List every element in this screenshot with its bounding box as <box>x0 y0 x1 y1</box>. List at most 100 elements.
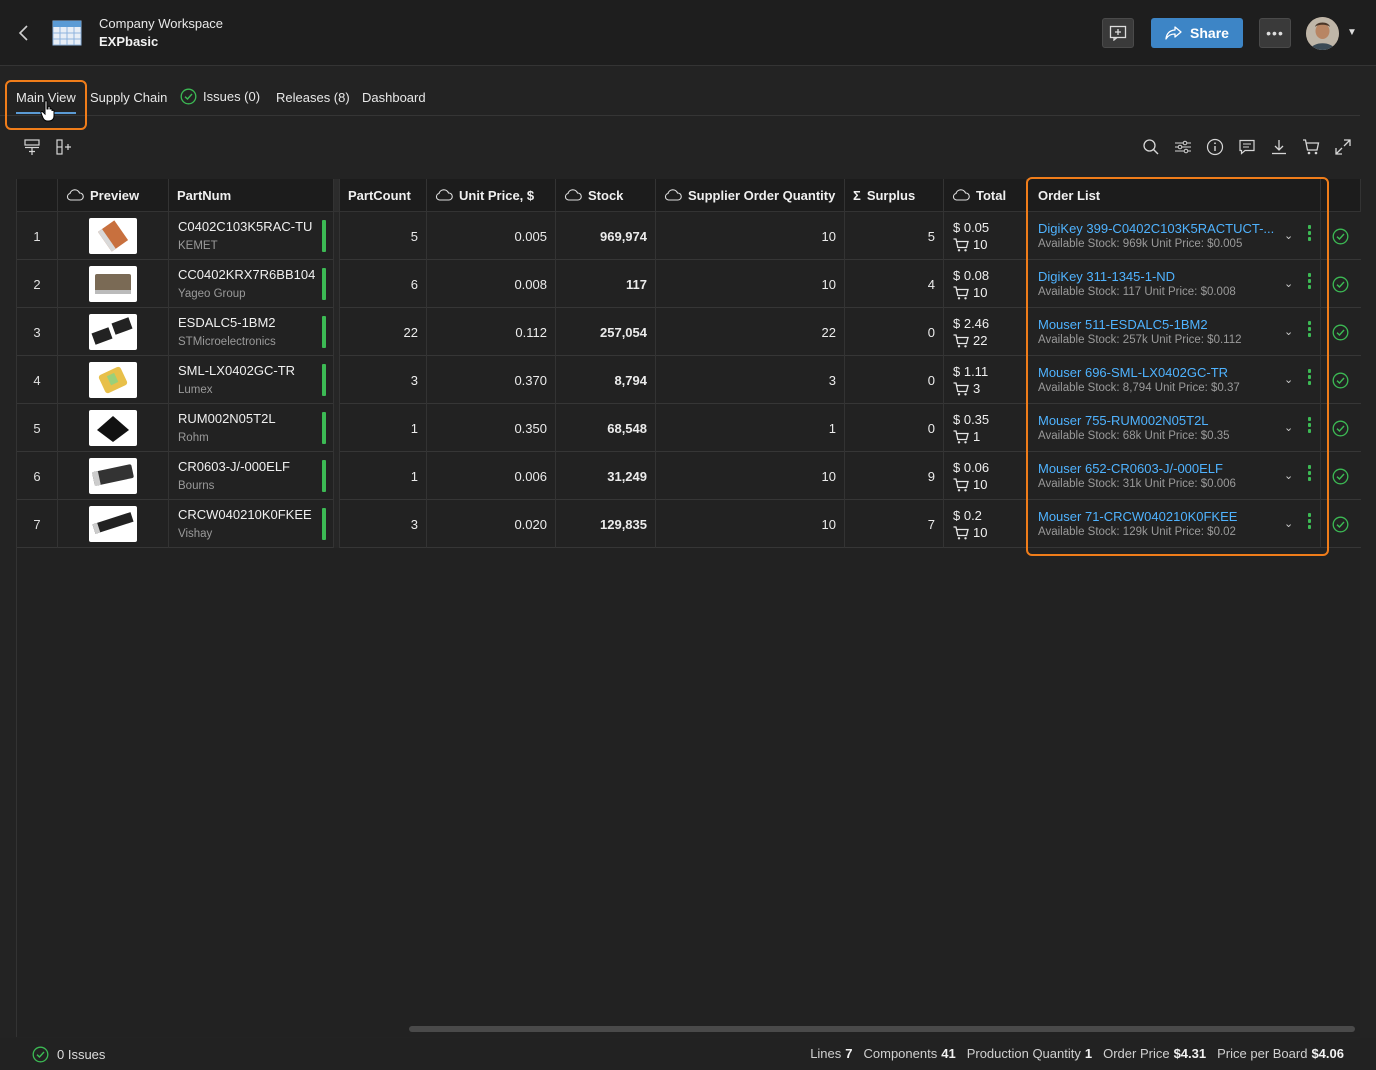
issues-status[interactable]: 0 Issues <box>32 1046 105 1063</box>
header-partnum[interactable]: PartNum <box>169 179 334 212</box>
partcount-cell[interactable]: 5 <box>340 212 427 260</box>
header-preview[interactable]: Preview <box>58 179 169 212</box>
unit-price-cell[interactable]: 0.008 <box>427 260 556 308</box>
header-partcount[interactable]: PartCount <box>340 179 427 212</box>
insert-column-icon[interactable] <box>53 136 75 158</box>
total-cell[interactable]: $ 0.2 10 <box>944 500 1027 548</box>
filter-settings-icon[interactable] <box>1172 136 1194 158</box>
part-number: SML-LX0402GC-TR <box>178 363 296 378</box>
partnum-cell[interactable]: RUM002N05T2L Rohm <box>169 404 334 452</box>
surplus-cell[interactable]: 7 <box>845 500 944 548</box>
check-circle-icon <box>180 88 197 105</box>
soq-cell[interactable]: 10 <box>656 212 845 260</box>
partcount-cell[interactable]: 1 <box>340 404 427 452</box>
stock-cell[interactable]: 68,548 <box>556 404 656 452</box>
horizontal-scrollbar[interactable] <box>409 1026 1355 1032</box>
check-circle-icon <box>1332 276 1349 293</box>
check-circle-icon <box>32 1046 49 1063</box>
stock-cell[interactable]: 969,974 <box>556 212 656 260</box>
header-stock-label: Stock <box>588 187 624 203</box>
total-cell[interactable]: $ 2.46 22 <box>944 308 1027 356</box>
unit-price-cell[interactable]: 0.006 <box>427 452 556 500</box>
surplus-cell[interactable]: 0 <box>845 356 944 404</box>
project-name: EXPbasic <box>99 34 159 49</box>
total-cell[interactable]: $ 0.08 10 <box>944 260 1027 308</box>
surplus-cell[interactable]: 0 <box>845 404 944 452</box>
partcount-cell[interactable]: 3 <box>340 356 427 404</box>
header-total[interactable]: Total <box>944 179 1027 212</box>
surplus-cell[interactable]: 9 <box>845 452 944 500</box>
total-cell[interactable]: $ 0.35 1 <box>944 404 1027 452</box>
status-bar-indicator <box>322 460 326 492</box>
soq-cell[interactable]: 10 <box>656 452 845 500</box>
stock-cell[interactable]: 31,249 <box>556 452 656 500</box>
part-number: C0402C103K5RAC-TU <box>178 219 313 234</box>
unit-price-cell[interactable]: 0.370 <box>427 356 556 404</box>
partnum-cell[interactable]: C0402C103K5RAC-TU KEMET <box>169 212 334 260</box>
insert-row-icon[interactable] <box>21 136 43 158</box>
header-surplus[interactable]: Σ Surplus <box>845 179 944 212</box>
part-thumbnail[interactable] <box>89 266 137 302</box>
stock-cell[interactable]: 257,054 <box>556 308 656 356</box>
comments-icon[interactable] <box>1236 136 1258 158</box>
header-unit-price[interactable]: Unit Price, $ <box>427 179 556 212</box>
stock-cell[interactable]: 117 <box>556 260 656 308</box>
total-cell[interactable]: $ 0.05 10 <box>944 212 1027 260</box>
soq-cell[interactable]: 1 <box>656 404 845 452</box>
stock-cell[interactable]: 129,835 <box>556 500 656 548</box>
search-icon[interactable] <box>1140 136 1162 158</box>
part-thumbnail[interactable] <box>89 458 137 494</box>
share-button[interactable]: Share <box>1151 18 1243 48</box>
header-stock[interactable]: Stock <box>556 179 656 212</box>
partnum-cell[interactable]: CC0402KRX7R6BB104 Yageo Group <box>169 260 334 308</box>
tab-supply-chain[interactable]: Supply Chain <box>90 90 167 105</box>
surplus-cell[interactable]: 4 <box>845 260 944 308</box>
header-preview-label: Preview <box>90 187 140 203</box>
manufacturer: Bourns <box>178 480 215 492</box>
download-icon[interactable] <box>1268 136 1290 158</box>
part-thumbnail[interactable] <box>89 506 137 542</box>
fullscreen-icon[interactable] <box>1332 136 1354 158</box>
partcount-cell[interactable]: 22 <box>340 308 427 356</box>
partnum-cell[interactable]: CR0603-J/-000ELF Bourns <box>169 452 334 500</box>
header-supplier-order-qty[interactable]: Supplier Order Quantity <box>656 179 845 212</box>
unit-price-cell[interactable]: 0.112 <box>427 308 556 356</box>
part-thumbnail[interactable] <box>89 410 137 446</box>
soq-cell[interactable]: 10 <box>656 500 845 548</box>
part-thumbnail[interactable] <box>89 314 137 350</box>
tab-dashboard[interactable]: Dashboard <box>362 90 426 105</box>
tab-issues[interactable]: Issues (0) <box>180 88 260 105</box>
unit-price-cell[interactable]: 0.005 <box>427 212 556 260</box>
check-circle-icon <box>1332 372 1349 389</box>
stock-cell[interactable]: 8,794 <box>556 356 656 404</box>
soq-cell[interactable]: 10 <box>656 260 845 308</box>
soq-cell[interactable]: 3 <box>656 356 845 404</box>
cart-icon <box>953 285 969 299</box>
partcount-cell[interactable]: 6 <box>340 260 427 308</box>
part-thumbnail[interactable] <box>89 362 137 398</box>
part-thumbnail[interactable] <box>89 218 137 254</box>
add-comment-button[interactable] <box>1102 18 1134 48</box>
avatar[interactable] <box>1306 17 1339 50</box>
surplus-cell[interactable]: 0 <box>845 308 944 356</box>
cart-icon[interactable] <box>1300 136 1322 158</box>
soq-cell[interactable]: 22 <box>656 308 845 356</box>
cloud-icon <box>952 189 970 201</box>
total-cell[interactable]: $ 0.06 10 <box>944 452 1027 500</box>
unit-price-cell[interactable]: 0.350 <box>427 404 556 452</box>
back-icon[interactable] <box>14 22 34 44</box>
unit-price-cell[interactable]: 0.020 <box>427 500 556 548</box>
partcount-cell[interactable]: 3 <box>340 500 427 548</box>
part-number: ESDALC5-1BM2 <box>178 315 276 330</box>
partnum-cell[interactable]: ESDALC5-1BM2 STMicroelectronics <box>169 308 334 356</box>
info-icon[interactable] <box>1204 136 1226 158</box>
tab-releases[interactable]: Releases (8) <box>276 90 350 105</box>
surplus-cell[interactable]: 5 <box>845 212 944 260</box>
partnum-cell[interactable]: SML-LX0402GC-TR Lumex <box>169 356 334 404</box>
total-cell[interactable]: $ 1.11 3 <box>944 356 1027 404</box>
more-options-button[interactable]: ••• <box>1259 18 1291 48</box>
partnum-cell[interactable]: CRCW040210K0FKEE Vishay <box>169 500 334 548</box>
row-index: 1 <box>17 212 58 260</box>
chevron-down-icon[interactable]: ▼ <box>1347 27 1357 38</box>
partcount-cell[interactable]: 1 <box>340 452 427 500</box>
